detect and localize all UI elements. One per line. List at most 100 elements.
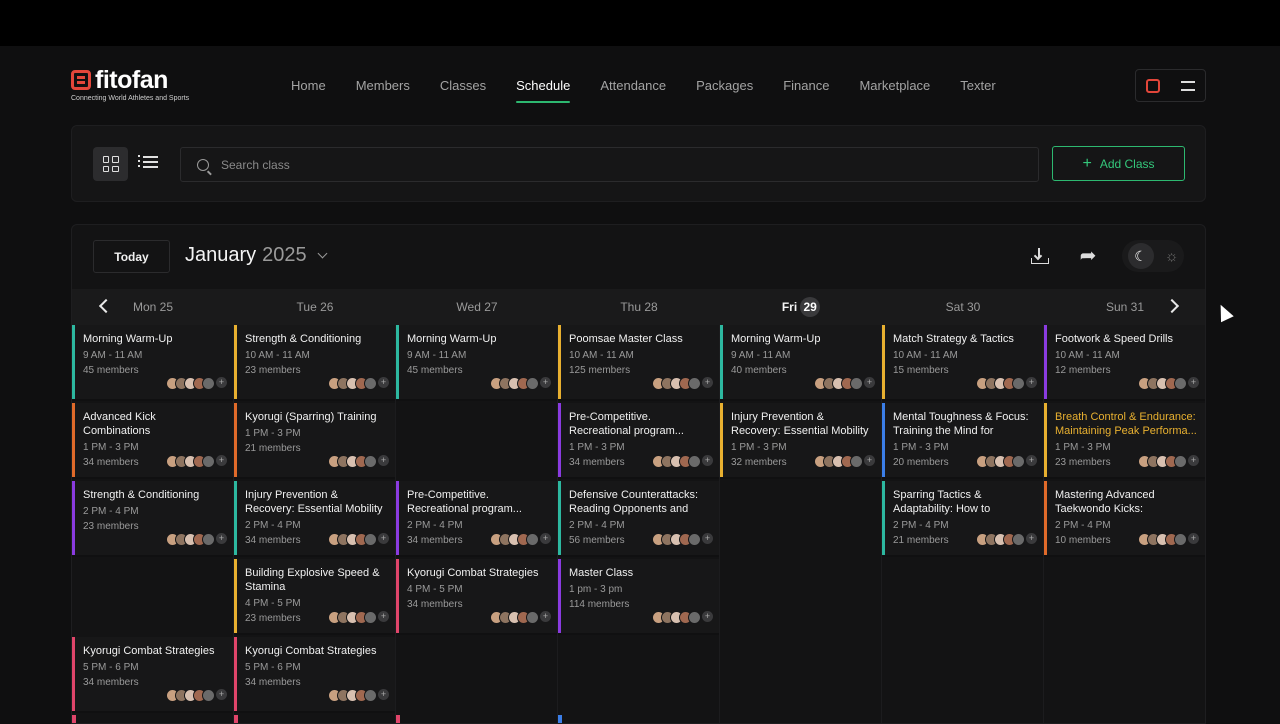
- member-avatars[interactable]: +: [166, 533, 227, 546]
- member-avatars[interactable]: +: [490, 533, 551, 546]
- event-time: 9 AM - 11 AM: [407, 350, 467, 361]
- month-label: January: [185, 244, 257, 266]
- member-avatars[interactable]: +: [1138, 455, 1199, 468]
- download-button[interactable]: [1026, 243, 1052, 269]
- nav-item-schedule[interactable]: Schedule: [501, 70, 585, 103]
- class-event-card[interactable]: Mental Toughness & Focus: Training the M…: [882, 403, 1043, 479]
- class-event-card[interactable]: Kyorugi Combat Strategies 5 PM - 6 PM 34 m…: [234, 637, 395, 713]
- class-event-card[interactable]: Advanced Kick Combinations 1 PM - 3 PM 34 …: [72, 403, 233, 479]
- event-members: 40 members: [731, 365, 787, 376]
- member-avatars[interactable]: +: [328, 377, 389, 390]
- class-event-card[interactable]: Strength & Conditioning 2 PM - 4 PM 23 mem…: [72, 481, 233, 557]
- nav-item-packages[interactable]: Packages: [681, 70, 768, 101]
- nav-item-home[interactable]: Home: [276, 70, 341, 101]
- share-button[interactable]: ➦: [1075, 243, 1101, 269]
- list-view-button[interactable]: [138, 153, 158, 173]
- class-event-card[interactable]: Footwork & Speed Drills 10 AM - 11 AM 12 m…: [1044, 325, 1205, 401]
- class-event-card[interactable]: Pre-Competitive. Recreational program...…: [396, 481, 557, 557]
- menu-icon[interactable]: [1180, 80, 1195, 91]
- event-color-bar: [558, 481, 561, 555]
- event-color-bar: [558, 403, 561, 477]
- event-title: Kyorugi Combat Strategies: [407, 567, 539, 579]
- member-avatars[interactable]: +: [328, 611, 389, 624]
- avatar: [526, 533, 539, 546]
- class-event-card[interactable]: Poomsae Master Class 10 AM - 11 AM 125 mem…: [558, 325, 719, 401]
- class-event-card[interactable]: Pre-Competitive. Recreational program...…: [558, 403, 719, 479]
- class-event-card[interactable]: Master Class 1 pm - 3 pm 114 members +: [558, 559, 719, 635]
- class-event-card[interactable]: Morning Warm-Up 9 AM - 11 AM 40 members +: [720, 325, 881, 401]
- event-color-bar: [1044, 481, 1047, 555]
- search-input[interactable]: [221, 157, 821, 172]
- member-avatars[interactable]: +: [976, 533, 1037, 546]
- theme-toggle[interactable]: ☾ ☼: [1122, 240, 1184, 272]
- more-members-icon: +: [1188, 533, 1199, 544]
- event-title: Poomsae Master Class: [569, 333, 683, 345]
- add-class-button[interactable]: + Add Class: [1052, 146, 1185, 181]
- class-event-card[interactable]: Match Strategy & Tactics 10 AM - 11 AM 15 …: [882, 325, 1043, 401]
- event-time: 2 PM - 4 PM: [245, 520, 301, 531]
- more-members-icon: +: [864, 455, 875, 466]
- more-members-icon: +: [1188, 377, 1199, 388]
- search-icon: [197, 158, 209, 171]
- member-avatars[interactable]: +: [490, 377, 551, 390]
- more-members-icon: +: [378, 377, 389, 388]
- member-avatars[interactable]: +: [976, 377, 1037, 390]
- member-avatars[interactable]: +: [166, 455, 227, 468]
- member-avatars[interactable]: +: [652, 377, 713, 390]
- header-actions: [1135, 69, 1206, 102]
- member-avatars[interactable]: +: [814, 455, 875, 468]
- class-event-card[interactable]: Defensive Counterattacks: Reading Oppone…: [558, 481, 719, 557]
- class-event-card[interactable]: Kyorugi Combat Strategies 4 PM - 5 PM 34 m…: [396, 559, 557, 635]
- day-header[interactable]: Fri 29: [720, 289, 882, 325]
- day-header[interactable]: Sun 31: [1044, 289, 1205, 325]
- member-avatars[interactable]: +: [166, 377, 227, 390]
- event-title: Injury Prevention & Recovery: Essential …: [245, 489, 383, 515]
- member-avatars[interactable]: +: [328, 455, 389, 468]
- nav-item-classes[interactable]: Classes: [425, 70, 501, 101]
- day-header[interactable]: Sat 30: [882, 289, 1044, 325]
- member-avatars[interactable]: +: [328, 689, 389, 702]
- class-event-card[interactable]: Injury Prevention & Recovery: Essential …: [234, 481, 395, 557]
- member-avatars[interactable]: +: [328, 533, 389, 546]
- event-members: 34 members: [83, 677, 139, 688]
- member-avatars[interactable]: +: [1138, 533, 1199, 546]
- class-event-card[interactable]: Injury Prevention & Recovery: Essential …: [720, 403, 881, 479]
- day-label: Sat 30: [945, 300, 981, 314]
- nav-item-members[interactable]: Members: [341, 70, 425, 101]
- moon-icon[interactable]: ☾: [1127, 243, 1154, 269]
- day-header[interactable]: Mon 25: [72, 289, 234, 325]
- nav-item-marketplace[interactable]: Marketplace: [844, 70, 945, 101]
- class-event-card[interactable]: Building Explosive Speed & Stamina 4 PM -…: [234, 559, 395, 635]
- mouse-cursor-icon: [1214, 301, 1234, 323]
- day-header[interactable]: Wed 27: [396, 289, 558, 325]
- class-event-card[interactable]: Morning Warm-Up 9 AM - 11 AM 45 members +: [396, 325, 557, 401]
- nav-item-finance[interactable]: Finance: [768, 70, 844, 101]
- member-avatars[interactable]: +: [814, 377, 875, 390]
- sun-icon[interactable]: ☼: [1165, 248, 1179, 265]
- app-root: fitofan Connecting World Athletes and Sp…: [0, 46, 1280, 724]
- class-event-card[interactable]: Mastering Advanced Taekwondo Kicks: Prec…: [1044, 481, 1205, 557]
- grid-view-button[interactable]: [93, 147, 128, 181]
- app-switch-icon[interactable]: [1146, 78, 1161, 93]
- search-box: [180, 147, 1039, 182]
- brand-logo[interactable]: fitofan Connecting World Athletes and Sp…: [71, 68, 189, 102]
- class-event-card[interactable]: Breath Control & Endurance: Maintaining …: [1044, 403, 1205, 479]
- nav-item-texter[interactable]: Texter: [945, 70, 1010, 101]
- class-event-card[interactable]: Strength & Conditioning 10 AM - 11 AM 23 m…: [234, 325, 395, 401]
- member-avatars[interactable]: +: [490, 611, 551, 624]
- today-button[interactable]: Today: [93, 240, 170, 273]
- class-event-card[interactable]: Kyorugi (Sparring) Training 1 PM - 3 PM 21…: [234, 403, 395, 479]
- member-avatars[interactable]: +: [652, 611, 713, 624]
- member-avatars[interactable]: +: [976, 455, 1037, 468]
- class-event-card[interactable]: Sparring Tactics & Adaptability: How to …: [882, 481, 1043, 557]
- class-event-card[interactable]: Morning Warm-Up 9 AM - 11 AM 45 members +: [72, 325, 233, 401]
- nav-item-attendance[interactable]: Attendance: [585, 70, 681, 101]
- member-avatars[interactable]: +: [652, 533, 713, 546]
- member-avatars[interactable]: +: [652, 455, 713, 468]
- day-header[interactable]: Tue 26: [234, 289, 396, 325]
- class-event-card[interactable]: Kyorugi Combat Strategies 5 PM - 6 PM 34 m…: [72, 637, 233, 713]
- day-header[interactable]: Thu 28: [558, 289, 720, 325]
- member-avatars[interactable]: +: [166, 689, 227, 702]
- month-picker[interactable]: January 2025: [185, 244, 328, 267]
- member-avatars[interactable]: +: [1138, 377, 1199, 390]
